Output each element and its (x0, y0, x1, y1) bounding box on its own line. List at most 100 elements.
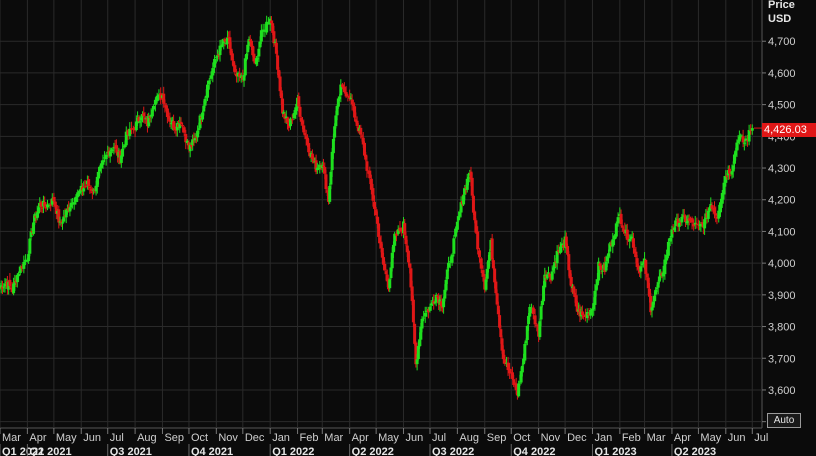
candle-down (690, 218, 694, 223)
candle-up (555, 250, 559, 264)
month-label: Jun (406, 432, 424, 444)
candle-down (479, 258, 483, 269)
last-price-tag: 4,426.03 (762, 123, 816, 137)
candle-up (719, 202, 723, 213)
y-tick-label: 4,200 (768, 195, 796, 207)
candle-down (298, 106, 302, 117)
currency-label: USD (768, 13, 792, 25)
candle-up (207, 80, 211, 85)
y-tick-label: 4,100 (768, 226, 796, 238)
candle-up (722, 182, 726, 195)
y-tick-label: 4,500 (768, 100, 796, 112)
candle-up (616, 217, 620, 224)
candle-up (520, 365, 524, 373)
month-label: Sep (164, 432, 184, 444)
quarter-label: Q4 2022 (513, 446, 555, 456)
candle-down (87, 179, 91, 186)
month-label: Apr (674, 432, 691, 444)
candle-down (373, 201, 377, 209)
price-axis-label: Price (768, 0, 795, 11)
month-label: Sep (487, 432, 507, 444)
candle-up (209, 75, 213, 79)
month-label: Jul (754, 432, 768, 444)
candle-down (371, 188, 375, 201)
x-axis: Mar Apr May Jun Jul Aug Sep Oct Nov Dec Jan Feb Mar A… (0, 428, 768, 456)
month-label: Mar (324, 432, 343, 444)
y-tick-label: 4,600 (768, 68, 796, 80)
candle-up (747, 130, 751, 142)
month-label: Mar (2, 432, 21, 444)
candle-up (423, 313, 427, 317)
candle-up (74, 196, 78, 202)
candle-down (179, 121, 183, 125)
candle-up (104, 154, 108, 160)
candle-up (450, 254, 454, 263)
candle-up (213, 58, 217, 68)
y-tick-label: 3,700 (768, 353, 796, 365)
month-label: Jan (272, 432, 290, 444)
price-axis-title: Price USD (768, 0, 795, 26)
y-tick-label: 4,300 (768, 163, 796, 175)
month-label: Apr (29, 432, 46, 444)
month-label: Jun (83, 432, 101, 444)
month-label: May (700, 432, 721, 444)
month-label: Oct (191, 432, 208, 444)
month-label: May (378, 432, 399, 444)
candle-up (17, 273, 21, 277)
candle-down (181, 125, 185, 127)
month-label: Nov (218, 432, 238, 444)
candle-down (413, 323, 417, 344)
candle-down (644, 259, 648, 274)
quarter-label: Q3 2021 (110, 446, 152, 456)
month-label: May (56, 432, 77, 444)
y-tick-label: 3,600 (768, 385, 796, 397)
y-axis: 3,5003,6003,7003,8003,9004,0004,1004,200… (762, 36, 796, 429)
candle-up (22, 261, 26, 269)
candle-up (668, 238, 672, 242)
month-label: Feb (300, 432, 319, 444)
candle-up (128, 128, 132, 136)
candle-up (523, 343, 527, 361)
candle-up (750, 128, 754, 131)
month-label: Mar (647, 432, 666, 444)
candle-up (294, 107, 298, 115)
candle-down (290, 119, 294, 121)
month-label: Dec (567, 432, 587, 444)
candle-up (742, 142, 746, 144)
candle-down (474, 220, 478, 233)
candle-down (490, 238, 494, 260)
quarter-label: Q2 2022 (352, 446, 394, 456)
candle-up (611, 239, 615, 247)
candle-down (477, 250, 481, 258)
month-label: Jul (110, 432, 124, 444)
candle-up (152, 106, 156, 110)
candle-up (447, 262, 451, 268)
candle-down (481, 270, 485, 277)
candle-up (331, 138, 335, 154)
candle-up (205, 84, 209, 98)
candle-up (28, 238, 32, 254)
quarter-label: Q2 2021 (29, 446, 71, 456)
month-label: Aug (137, 432, 157, 444)
candle-down (501, 349, 505, 360)
candle-down (233, 65, 237, 73)
y-tick-label: 3,800 (768, 322, 796, 334)
quarter-label: Q2 2023 (674, 446, 716, 456)
y-tick-label: 4,700 (768, 36, 796, 48)
candle-up (82, 188, 86, 192)
quarter-label: Q1 2023 (594, 446, 636, 456)
candle-up (420, 318, 424, 329)
candle-up (259, 30, 263, 42)
quarter-label: Q3 2022 (432, 446, 474, 456)
auto-scale-button[interactable]: Auto (767, 413, 801, 428)
candle-up (550, 271, 554, 280)
candle-up (539, 306, 543, 320)
candle-up (454, 228, 458, 237)
candle-down (365, 161, 369, 171)
candle-up (666, 241, 670, 256)
candle-down (230, 53, 234, 61)
month-label: Jul (432, 432, 446, 444)
quarter-label: Q4 2021 (191, 446, 233, 456)
month-label: Feb (622, 432, 641, 444)
candle-down (342, 86, 346, 93)
